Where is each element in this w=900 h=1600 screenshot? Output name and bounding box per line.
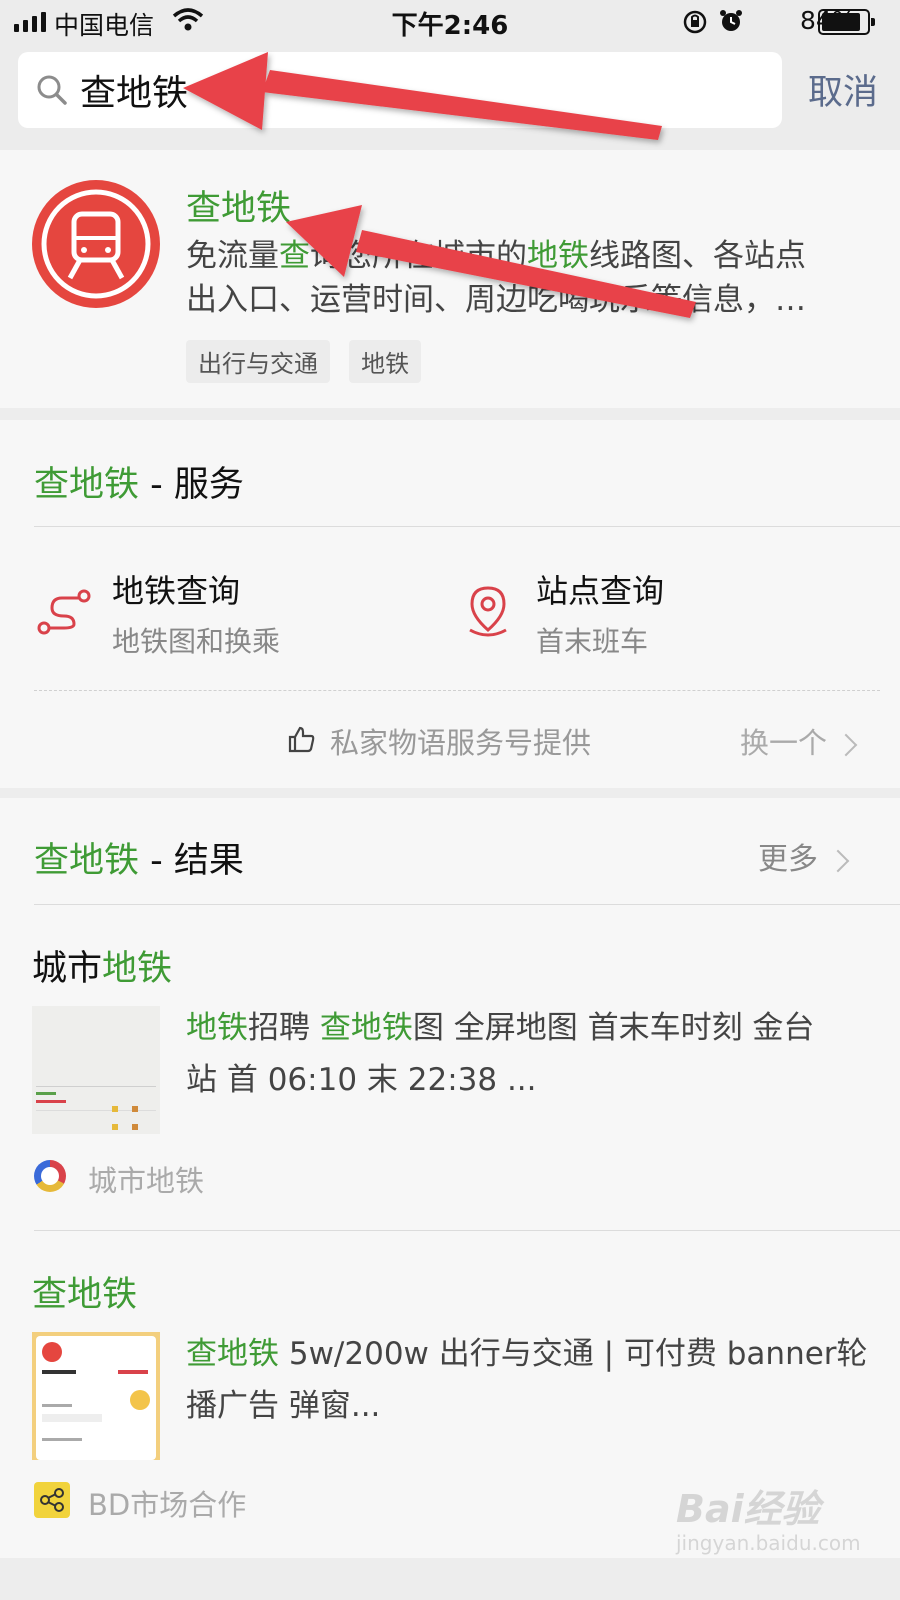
result-source: BD市场合作: [88, 1488, 247, 1522]
snippet-highlight: 地铁: [186, 1010, 248, 1046]
result-thumbnail: [32, 1006, 160, 1134]
more-label: 更多: [758, 842, 818, 877]
alarm-icon: [720, 10, 742, 31]
watermark-brand: Bai经验: [676, 1487, 820, 1531]
status-bar: 中国电信 下午2:46 84%: [0, 0, 900, 46]
snippet-highlight: 查地铁: [186, 1336, 279, 1372]
rotation-lock-icon: [683, 10, 707, 34]
result-source: 城市地铁: [88, 1164, 205, 1198]
top-result-title: 查地铁: [186, 189, 292, 229]
service-title: 地铁查询: [112, 572, 241, 610]
tag-travel: 出行与交通: [186, 340, 330, 383]
search-header: 查地铁 取消: [0, 46, 900, 150]
results-heading: 查地铁 - 结果: [34, 832, 244, 883]
watermark-url: jingyan.baidu.com: [676, 1531, 861, 1555]
more-button[interactable]: 更多: [758, 834, 849, 878]
desc-highlight: 查: [279, 238, 310, 274]
chevron-right-icon: [826, 849, 849, 873]
top-result-description: 免流量查询您所在城市的地铁线路图、各站点 出入口、运营时间、周边吃喝玩乐等信息，…: [186, 230, 866, 326]
heading-highlight: 查地铁: [34, 465, 140, 505]
service-subtitle: 地铁图和换乘: [112, 625, 281, 658]
result-title: 查地铁: [32, 1275, 138, 1315]
desc-text: 询您所在城市的: [310, 238, 527, 274]
snippet-text-line-2: 播广告 弹窗...: [186, 1388, 381, 1424]
desc-text: 线路图、各站点: [589, 238, 806, 274]
thumbs-up-icon: [288, 726, 315, 753]
title-highlight: 地铁: [102, 949, 173, 989]
share-icon: [34, 1482, 70, 1518]
snippet-text: 5w/200w 出行与交通 | 可付费 banner轮: [279, 1336, 868, 1372]
baidu-watermark: Bai经验 jingyan.baidu.com: [676, 1478, 861, 1555]
search-input[interactable]: 查地铁: [18, 52, 782, 128]
heading-text: - 结果: [139, 841, 244, 881]
tag-metro: 地铁: [349, 340, 422, 383]
switch-service-button[interactable]: 换一个: [740, 720, 858, 762]
desc-highlight: 地铁: [527, 238, 589, 274]
tag-list: 出行与交通 地铁: [186, 340, 422, 383]
metro-app-icon: [32, 180, 160, 308]
service-station-query[interactable]: 站点查询 首末班车: [462, 560, 882, 660]
title-text: 城市: [32, 949, 103, 989]
divider: [34, 526, 900, 527]
location-pin-icon: [469, 586, 507, 637]
chevron-right-icon: [834, 733, 858, 757]
desc-text-line-2: 出入口、运营时间、周边吃喝玩乐等信息，…: [186, 282, 806, 318]
result-snippet: 查地铁 5w/200w 出行与交通 | 可付费 banner轮 播广告 弹窗..…: [186, 1328, 876, 1432]
route-icon: [37, 589, 91, 635]
service-subtitle: 首末班车: [536, 625, 649, 658]
service-provider: 私家物语服务号提供: [330, 726, 592, 760]
services-heading: 查地铁 - 服务: [34, 456, 244, 507]
clock: 下午2:46: [391, 11, 509, 41]
service-title: 站点查询: [536, 572, 665, 610]
bottom-gap: [0, 1558, 900, 1600]
dashed-divider: [34, 690, 880, 691]
services-section: 查地铁 - 服务 地铁查询 地铁图和换乘 站点查询 首末班车 私家物语服务号提供…: [0, 420, 900, 788]
cancel-button[interactable]: 取消: [808, 64, 878, 115]
search-icon: [37, 75, 67, 105]
result-thumbnail: [32, 1332, 160, 1460]
heading-text: - 服务: [139, 465, 244, 505]
source-avatar: [34, 1160, 66, 1192]
snippet-highlight: 查地铁: [319, 1010, 413, 1046]
snippet-text-line-2: 站 首 06:10 末 22:38 ...: [186, 1062, 537, 1098]
top-result-card[interactable]: 查地铁 免流量查询您所在城市的地铁线路图、各站点 出入口、运营时间、周边吃喝玩乐…: [0, 150, 900, 408]
heading-highlight: 查地铁: [34, 841, 140, 881]
snippet-text: 图 全屏地图 首末车时刻 金台: [412, 1010, 815, 1046]
result-snippet: 地铁招聘 查地铁图 全屏地图 首末车时刻 金台 站 首 06:10 末 22:3…: [186, 1002, 866, 1106]
switch-label: 换一个: [740, 726, 828, 760]
result-title: 城市地铁: [32, 940, 172, 991]
results-section: 查地铁 - 结果 更多 城市地铁 地铁招聘 查地铁图 全屏地图 首末车时刻 金台…: [0, 798, 900, 1558]
result-item[interactable]: 城市地铁 地铁招聘 查地铁图 全屏地图 首末车时刻 金台 站 首 06:10 末…: [0, 904, 900, 1230]
snippet-text: 招聘: [248, 1010, 320, 1046]
search-query-text: 查地铁: [80, 73, 189, 114]
desc-text: 免流量: [186, 238, 279, 274]
service-metro-query[interactable]: 地铁查询 地铁图和换乘: [34, 560, 434, 660]
battery-icon: [818, 9, 875, 35]
